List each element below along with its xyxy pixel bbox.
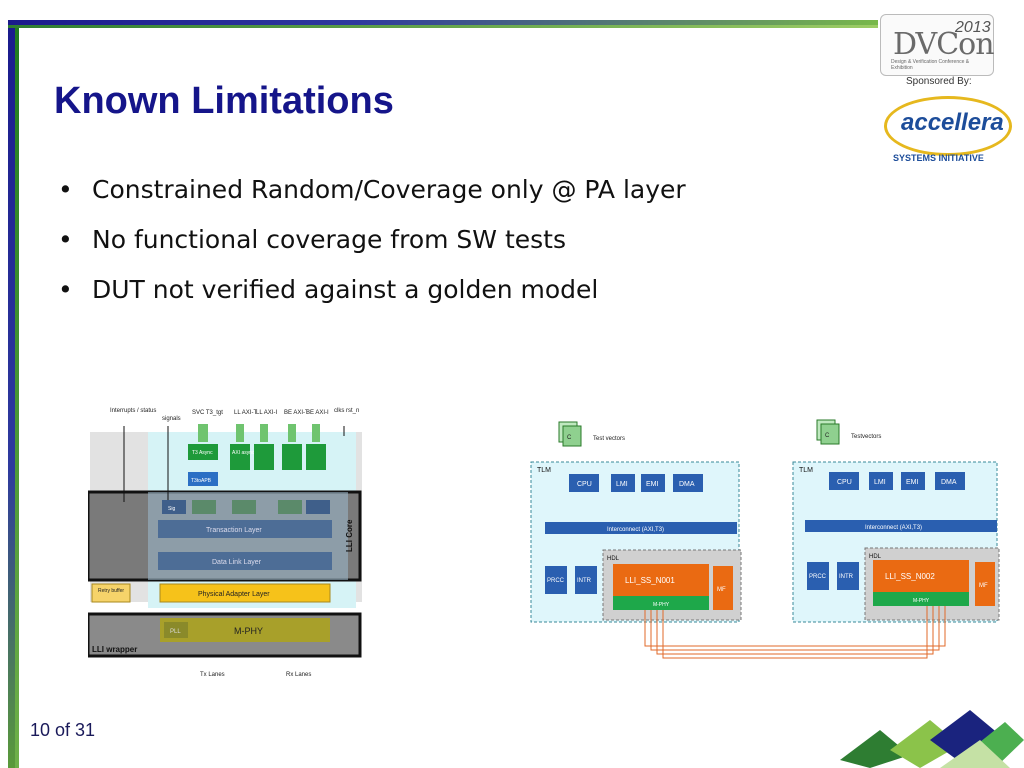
mf-label-2: MF [979, 583, 988, 589]
lmi-label-1: LMI [616, 481, 628, 488]
axi-async-label-1: AXI async [232, 450, 255, 456]
t3toapb-label: T3toAPB [191, 478, 212, 484]
lli-ss-label-1: LLI_SS_N001 [625, 576, 675, 585]
top-accent-bar-green [8, 25, 878, 28]
bullet-item: • Constrained Random/Coverage only @ PA l… [58, 168, 686, 218]
dma-label-1: DMA [679, 481, 695, 488]
slide-title: Known Limitations [54, 80, 394, 122]
dvcon-logo-subtitle: Design & Verification Conference & Exhib… [891, 59, 970, 71]
lli-wrapper-label: LLI wrapper [92, 645, 137, 654]
prcc-label-1: PRCC [547, 578, 565, 584]
test-vectors-label: Testvectors [851, 434, 881, 440]
systems-initiative-label: SYSTEMS INITIATIVE [893, 153, 984, 163]
rx-lanes-label: Rx Lanes [286, 672, 311, 678]
bullet-dot: • [58, 225, 73, 254]
bullet-dot: • [58, 275, 73, 304]
label-clks: clks rst_n [334, 408, 359, 414]
page-number: 10 of 31 [30, 720, 96, 740]
label-be-axi-i: BE AXI-I [306, 410, 329, 416]
lli-ss-label-2: LLI_SS_N002 [885, 572, 935, 581]
left-accent-bar [8, 20, 15, 768]
arrow-block [288, 424, 296, 442]
lli-core-label: LLI Core [345, 519, 354, 552]
arrow-block [312, 424, 320, 442]
tx-lanes-label: Tx Lanes [200, 672, 225, 678]
lmi-label-2: LMI [874, 479, 886, 486]
dvcon-logo: DVCon 2013 Design & Verification Confere… [880, 14, 995, 76]
emi-label-1: EMI [646, 481, 659, 488]
label-interrupts: Interrupts / status [110, 408, 156, 414]
axi-async-block-1 [230, 444, 250, 470]
file-c-label: C [825, 433, 830, 439]
data-link-layer-label: Data Link Layer [212, 559, 262, 566]
bullet-dot: • [58, 175, 73, 204]
label-signals: signals [162, 416, 181, 422]
axi-async-block-3 [282, 444, 302, 470]
hdl-label-1: HDL [607, 556, 620, 562]
tlm-label-2: TLM [799, 467, 813, 474]
axi-async-block-4 [306, 444, 326, 470]
test-vector-file-icon [562, 425, 582, 447]
label-svc: SVC T3_tgt [192, 410, 223, 416]
test-vectors-label: Test vectors [593, 436, 625, 442]
port-block-2 [232, 500, 256, 514]
hdl-label-2: HDL [869, 554, 882, 560]
emi-label-2: EMI [906, 479, 919, 486]
sig-label: Sig [168, 506, 175, 512]
port-block-1 [192, 500, 216, 514]
interconnect-label-1: Interconnect (AXI,T3) [607, 527, 664, 533]
cpu-label-1: CPU [577, 481, 592, 488]
arrow-block [198, 424, 208, 442]
transaction-layer-label: Transaction Layer [206, 527, 262, 534]
cpu-label-2: CPU [837, 479, 852, 486]
intr-label-2: INTR [839, 574, 854, 580]
label-ll-axi-t: LL AXI-T [234, 410, 257, 416]
test-vectors-group-1: C Test vectors [558, 421, 625, 447]
accellera-logo: accellera [884, 96, 1012, 156]
arrow-block [236, 424, 244, 442]
interconnect-label-2: Interconnect (AXI,T3) [865, 525, 922, 531]
bullet-text: Constrained Random/Coverage only @ PA la… [92, 175, 686, 204]
corner-decoration [840, 710, 1024, 768]
label-ll-axi-i: LL AXI-I [256, 410, 277, 416]
retry-buffer-label: Retry buffer [98, 588, 124, 594]
accellera-logo-text: accellera [901, 109, 1004, 136]
sponsored-by-label: Sponsored By: [906, 76, 972, 87]
dma-label-2: DMA [941, 479, 957, 486]
dvcon-logo-year: 2013 [955, 19, 991, 36]
m-phy-label: M-PHY [234, 626, 263, 636]
bullet-item: • DUT not verified against a golden model [58, 268, 686, 318]
file-c-label: C [567, 435, 572, 441]
port-block-3 [278, 500, 302, 514]
lli-architecture-diagram: Interrupts / status signals SVC T3_tgt L… [88, 402, 368, 684]
bullet-item: • No functional coverage from SW tests [58, 218, 686, 268]
m-phy-label-2: M-PHY [913, 598, 930, 604]
mf-label-1: MF [717, 587, 726, 593]
test-vectors-group-2: C Testvectors [816, 419, 881, 445]
bullet-text: No functional coverage from SW tests [92, 225, 566, 254]
t3-async-label: T3 Async [192, 450, 213, 456]
left-accent-bar-green [15, 20, 19, 768]
physical-adapter-layer-label: Physical Adapter Layer [198, 591, 270, 598]
bullet-text: DUT not verified against a golden model [92, 275, 599, 304]
axi-async-block-2 [254, 444, 274, 470]
intr-label-1: INTR [577, 578, 592, 584]
system-verification-diagram: C Test vectors C Testvectors TLM CPU LMI… [521, 410, 1001, 668]
test-vector-file-icon [820, 423, 840, 445]
prcc-label-2: PRCC [809, 574, 827, 580]
pll-label: PLL [170, 629, 181, 635]
m-phy-label-1: M-PHY [653, 602, 670, 608]
bullet-list: • Constrained Random/Coverage only @ PA l… [58, 168, 686, 318]
port-block-4 [306, 500, 330, 514]
arrow-block [260, 424, 268, 442]
tlm-label-1: TLM [537, 467, 551, 474]
